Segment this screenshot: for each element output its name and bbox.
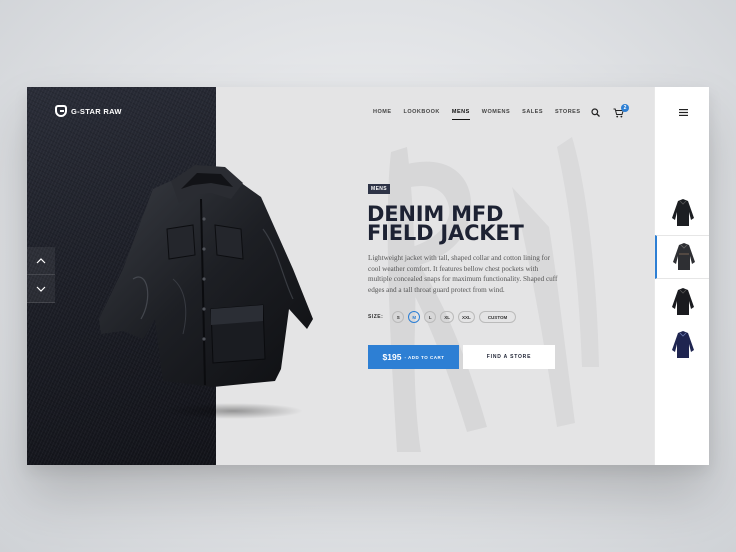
- thumbnail-3[interactable]: [655, 280, 709, 324]
- add-to-cart-label: - ADD TO CART: [404, 354, 445, 360]
- search-icon[interactable]: [591, 108, 600, 117]
- size-option-m[interactable]: M: [408, 311, 421, 323]
- add-to-cart-button[interactable]: $195 - ADD TO CART: [368, 345, 459, 369]
- size-option-xl[interactable]: XL: [440, 311, 455, 323]
- category-tag: MENS: [368, 184, 391, 194]
- size-selector: SIZE: S M L XL XXL CUSTOM: [368, 311, 517, 323]
- thumbnail-rail: [654, 87, 709, 465]
- thumbnail-4[interactable]: [655, 323, 709, 367]
- product-page: G-STAR RAW HOME LOOKBOOK MENS WOMENS SAL…: [27, 87, 709, 465]
- size-label: SIZE:: [368, 314, 384, 320]
- nav-item-mens[interactable]: MENS: [446, 109, 476, 120]
- chevron-up-icon: [36, 257, 46, 263]
- jacket-thumbnail-icon: [672, 243, 695, 270]
- product-jacket-image: [99, 165, 313, 419]
- size-option-custom[interactable]: CUSTOM: [478, 311, 517, 323]
- chevron-down-icon: [36, 286, 46, 292]
- thumbnail-2[interactable]: [655, 235, 709, 279]
- g-star-logo-icon: [55, 105, 67, 117]
- size-option-l[interactable]: L: [424, 311, 437, 323]
- hamburger-menu-icon[interactable]: [679, 109, 688, 116]
- product-title: DENIM MFD FIELD JACKET: [367, 204, 617, 245]
- size-option-s[interactable]: S: [392, 311, 405, 323]
- jacket-thumbnail-icon: [671, 199, 694, 226]
- find-store-button[interactable]: FIND A STORE: [463, 345, 555, 369]
- next-button[interactable]: [27, 275, 55, 303]
- previous-button[interactable]: [27, 247, 55, 275]
- nav-item-stores[interactable]: STORES: [549, 109, 587, 115]
- slider-arrows: [27, 247, 55, 303]
- product-description: Lightweight jacket with tall, shaped col…: [368, 254, 558, 294]
- nav-item-womens[interactable]: WOMENS: [476, 109, 516, 115]
- product-title-line2: FIELD JACKET: [367, 221, 524, 245]
- nav-item-lookbook[interactable]: LOOKBOOK: [398, 109, 446, 115]
- nav-item-sales[interactable]: SALES: [516, 109, 549, 115]
- nav-item-home[interactable]: HOME: [367, 109, 398, 115]
- thumbnail-1[interactable]: [655, 191, 709, 235]
- main-nav: HOME LOOKBOOK MENS WOMENS SALES STORES: [367, 109, 587, 120]
- jacket-thumbnail-icon: [671, 331, 694, 358]
- size-option-xxl[interactable]: XXL: [458, 311, 475, 323]
- product-price: $195: [382, 352, 402, 362]
- brand-logo-text: G-STAR RAW: [71, 106, 122, 116]
- jacket-thumbnail-icon: [671, 288, 694, 315]
- brand-logo[interactable]: G-STAR RAW: [55, 105, 122, 117]
- cart-count-badge: 2: [621, 104, 629, 112]
